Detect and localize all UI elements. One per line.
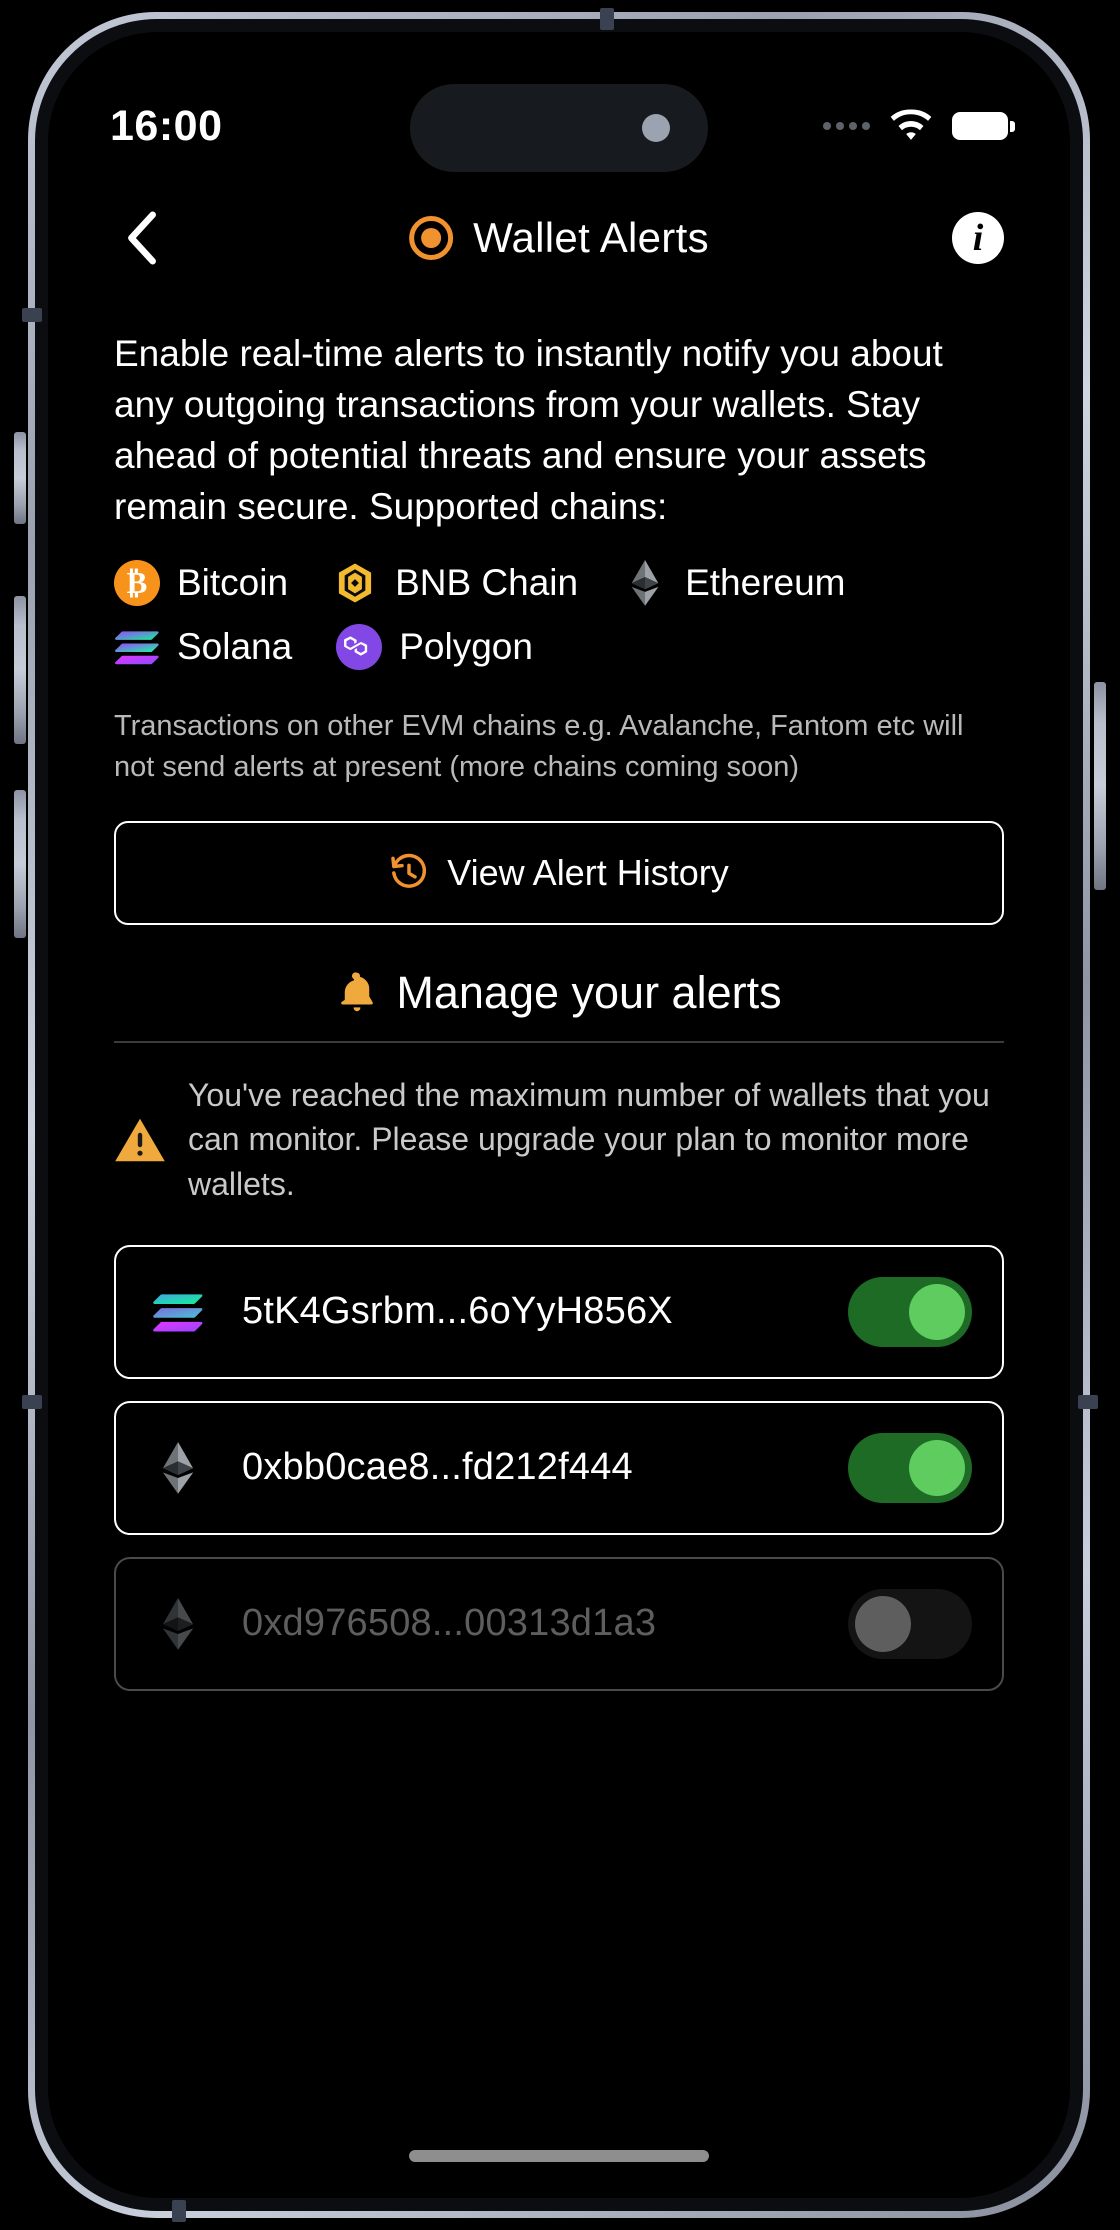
antenna-line-right-1 (1078, 1395, 1098, 1409)
target-dot-icon (409, 216, 454, 260)
status-bar-time: 16:00 (110, 101, 223, 150)
wallet-row-ethereum-1[interactable]: 0xbb0cae8...fd212f444 (114, 1400, 1004, 1535)
clock-rewind-icon (391, 853, 427, 888)
wallet-address: 5tK4Gsrbm...6oYyH856X (242, 1290, 673, 1333)
status-bar-indicators (823, 109, 1015, 143)
chain-label: Bitcoin (177, 562, 289, 604)
view-alert-history-button[interactable]: View Alert History (114, 820, 1004, 925)
chain-item-solana: Solana (114, 624, 292, 670)
antenna-line-top (600, 8, 614, 30)
wallet-list: 5tK4Gsrbm...6oYyH856X 0xbb0cae8...fd212f… (114, 1244, 1004, 1691)
battery-full-icon (952, 112, 1015, 140)
mute-switch-button[interactable] (14, 432, 26, 524)
manage-alerts-title: Manage your alerts (396, 966, 782, 1018)
chain-label: Polygon (399, 626, 533, 668)
wifi-icon (890, 109, 932, 140)
wallet-alert-toggle[interactable] (848, 1432, 972, 1503)
toggle-knob (909, 1439, 965, 1496)
warning-triangle-icon (115, 1118, 165, 1161)
wallet-address: 0xbb0cae8...fd212f444 (242, 1446, 633, 1489)
wallet-row-solana[interactable]: 5tK4Gsrbm...6oYyH856X (114, 1244, 1004, 1379)
polygon-icon (336, 624, 383, 671)
app-header: Wallet Alerts i (114, 182, 1004, 294)
max-wallets-warning: You've reached the maximum number of wal… (114, 1073, 1004, 1207)
back-button[interactable] (114, 209, 172, 267)
antenna-line-left-1 (22, 308, 42, 322)
section-divider (114, 1040, 1004, 1043)
chevron-left-icon (128, 211, 156, 265)
view-alert-history-label: View Alert History (447, 851, 729, 893)
info-circle-icon[interactable]: i (952, 212, 1004, 264)
max-wallets-warning-text: You've reached the maximum number of wal… (188, 1076, 990, 1203)
bnb-icon (338, 563, 372, 603)
toggle-knob (909, 1283, 965, 1340)
cellular-dots-icon (823, 122, 870, 130)
phone-frame: 16:00 Wallet Alerts i Enable real-time a… (28, 12, 1090, 2218)
ethereum-icon (162, 1441, 194, 1494)
volume-down-button[interactable] (14, 790, 26, 938)
chain-item-polygon: Polygon (336, 624, 533, 671)
ethereum-icon (162, 1597, 194, 1650)
toggle-knob (855, 1595, 911, 1652)
dynamic-island (410, 84, 708, 172)
supported-chains-list: ₿ Bitcoin BNB Chain Ethereum Solana Poly… (114, 560, 1004, 671)
solana-icon (115, 631, 159, 665)
status-bar: 16:00 (48, 32, 1070, 182)
home-indicator[interactable] (409, 2150, 709, 2162)
manage-alerts-heading: Manage your alerts (114, 967, 1004, 1019)
bitcoin-icon: ₿ (114, 560, 160, 607)
power-button[interactable] (1094, 682, 1106, 890)
antenna-line-left-2 (22, 1395, 42, 1409)
solana-icon (153, 1294, 203, 1332)
chain-label: Ethereum (685, 562, 846, 604)
antenna-line-bottom (172, 2200, 186, 2222)
bell-icon (341, 971, 374, 1011)
wallet-alert-toggle[interactable] (848, 1276, 972, 1347)
volume-up-button[interactable] (14, 596, 26, 744)
header-title-group: Wallet Alerts (409, 214, 709, 262)
wallet-row-ethereum-2[interactable]: 0xd976508...00313d1a3 (114, 1556, 1004, 1691)
intro-description: Enable real-time alerts to instantly not… (114, 333, 943, 528)
app-content: Wallet Alerts i Enable real-time alerts … (48, 182, 1070, 1691)
wallet-alert-toggle[interactable] (848, 1588, 972, 1659)
phone-device-mockup: 16:00 Wallet Alerts i Enable real-time a… (0, 0, 1120, 2230)
chain-item-bnb-chain: BNB Chain (332, 560, 578, 606)
phone-bezel: 16:00 Wallet Alerts i Enable real-time a… (35, 19, 1083, 2211)
front-camera-icon (642, 114, 670, 142)
page-title: Wallet Alerts (473, 214, 709, 261)
wallet-address: 0xd976508...00313d1a3 (242, 1602, 657, 1645)
chain-label: Solana (177, 626, 293, 668)
ethereum-icon (631, 560, 659, 606)
chain-label: BNB Chain (395, 562, 579, 604)
chain-item-ethereum: Ethereum (622, 560, 846, 606)
evm-chains-disclaimer: Transactions on other EVM chains e.g. Av… (114, 710, 964, 784)
chain-item-bitcoin: ₿ Bitcoin (114, 560, 289, 607)
phone-screen: 16:00 Wallet Alerts i Enable real-time a… (48, 32, 1070, 2198)
